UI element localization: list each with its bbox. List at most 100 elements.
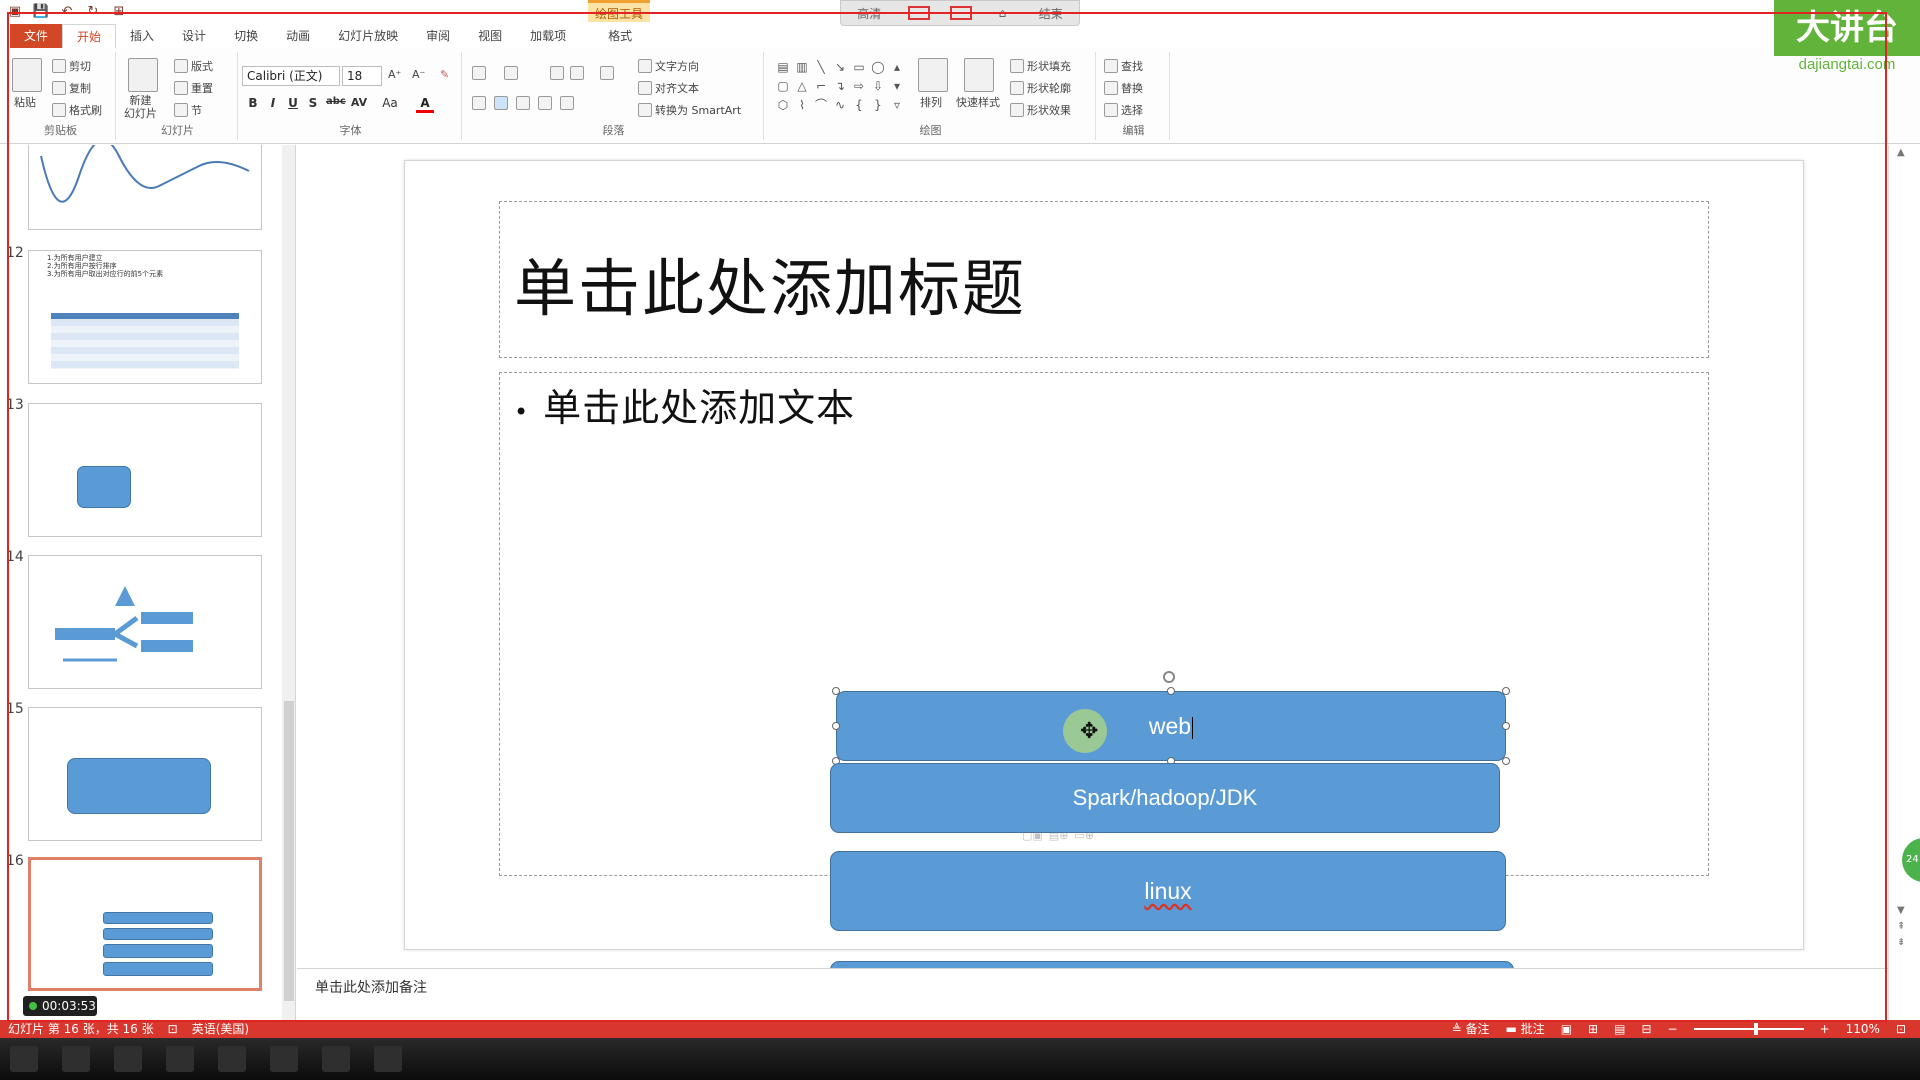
shape-fill-button[interactable]: 形状填充: [1010, 58, 1071, 74]
zoom-slider-thumb[interactable]: [1753, 1023, 1758, 1035]
format-painter-button[interactable]: 格式刷: [52, 102, 102, 118]
curve-shape-icon[interactable]: ⌇: [793, 96, 811, 114]
resize-handle-tm[interactable]: [1167, 687, 1175, 695]
tab-design[interactable]: 设计: [168, 24, 220, 48]
spell-check-icon[interactable]: ⊡: [168, 1020, 178, 1038]
app-icon[interactable]: ▣: [6, 3, 24, 19]
smartart-button[interactable]: 转换为 SmartArt: [638, 102, 741, 118]
zoom-in-icon[interactable]: +: [1820, 1020, 1830, 1038]
mini-toolbar-icon-1[interactable]: ▢▣: [1022, 829, 1043, 847]
shape-outline-button[interactable]: 形状轮廓: [1010, 80, 1071, 96]
slideshow-view-icon[interactable]: ⊟: [1641, 1020, 1651, 1038]
decrease-indent-button[interactable]: [550, 66, 564, 80]
new-slide-button[interactable]: 新建 幻灯片: [124, 94, 157, 120]
normal-view-icon[interactable]: ▣: [1561, 1020, 1572, 1038]
taskbar-app-icon[interactable]: [62, 1046, 90, 1072]
tab-insert[interactable]: 插入: [116, 24, 168, 48]
title-placeholder[interactable]: 单击此处添加标题: [499, 201, 1709, 358]
layout-button[interactable]: 版式: [174, 58, 213, 74]
arc-shape-icon[interactable]: ⌒: [812, 96, 830, 114]
line-spacing-button[interactable]: [600, 66, 614, 80]
comments-toggle[interactable]: ▬ 批注: [1506, 1020, 1545, 1038]
hd-button[interactable]: 高清: [851, 5, 887, 22]
more-shapes-icon[interactable]: ▴: [888, 58, 906, 76]
shrink-font-icon[interactable]: A⁻: [412, 68, 425, 81]
shape-effects-button[interactable]: 形状效果: [1010, 102, 1071, 118]
thumbnail-scroll-thumb[interactable]: [284, 701, 294, 1001]
font-color-button[interactable]: A: [416, 96, 434, 113]
slide-thumbnail-12[interactable]: 1.为所有用户建立 2.为所有用户按行排序 3.为所有用户取出对应行的前5个元素: [28, 250, 262, 384]
tab-transitions[interactable]: 切换: [220, 24, 272, 48]
select-button[interactable]: 选择: [1104, 102, 1143, 118]
rotate-handle[interactable]: [1163, 671, 1175, 683]
mini-toolbar[interactable]: ▢▣ ▤⊕ ▭⊕: [1022, 829, 1142, 847]
triangle-shape-icon[interactable]: △: [793, 77, 811, 95]
align-left-button[interactable]: [472, 96, 486, 110]
slide-thumbnail-13[interactable]: [28, 403, 262, 537]
gallery-expand-icon[interactable]: ▿: [888, 96, 906, 114]
tab-home[interactable]: 开始: [62, 24, 117, 48]
thumbnail-scrollbar[interactable]: [282, 145, 295, 1020]
vertical-scrollbar[interactable]: ▲ ▼ ⇞ ⇟: [1888, 145, 1918, 1020]
cut-button[interactable]: 剪切: [52, 58, 91, 74]
shadow-button[interactable]: S: [304, 96, 322, 110]
text-direction-button[interactable]: 文字方向: [638, 58, 699, 74]
zoom-out-icon[interactable]: −: [1668, 1020, 1678, 1038]
line-shape-icon[interactable]: ╲: [812, 58, 830, 76]
replace-button[interactable]: 替换: [1104, 80, 1143, 96]
numbering-button[interactable]: [504, 66, 518, 80]
font-family-select[interactable]: Calibri (正文): [242, 66, 340, 86]
tab-view[interactable]: 视图: [464, 24, 516, 48]
notes-pane[interactable]: 单击此处添加备注: [297, 968, 1889, 1020]
taskbar-app-icon[interactable]: [114, 1046, 142, 1072]
tab-slideshow[interactable]: 幻灯片放映: [324, 24, 412, 48]
underline-button[interactable]: U: [284, 96, 302, 110]
paste-icon[interactable]: [12, 58, 42, 92]
italic-button[interactable]: I: [264, 96, 282, 110]
oval-shape-icon[interactable]: ◯: [869, 58, 887, 76]
copy-button[interactable]: 复制: [52, 80, 91, 96]
align-text-button[interactable]: 对齐文本: [638, 80, 699, 96]
char-spacing-button[interactable]: AV: [350, 96, 368, 109]
record-area-icon[interactable]: [907, 6, 930, 20]
rounded-rect-shape-icon[interactable]: ▢: [774, 77, 792, 95]
reading-view-icon[interactable]: ▤: [1614, 1020, 1625, 1038]
new-slide-icon[interactable]: [128, 58, 158, 92]
tab-addins[interactable]: 加载项: [516, 24, 580, 48]
slide-sorter-icon[interactable]: ⊞: [1588, 1020, 1598, 1038]
resize-handle-br[interactable]: [1502, 757, 1510, 765]
shape-gallery[interactable]: ▤ ▥ ╲ ↘ ▭ ◯ ▴ ▢ △ ⌐ ↴ ⇨ ⇩ ▾ ⬡ ⌇ ⌒ ∿{} ▿: [774, 58, 904, 116]
textbox-shape-icon[interactable]: ▤: [774, 58, 792, 76]
taskbar-app-icon[interactable]: [270, 1046, 298, 1072]
gallery-scroll-icon[interactable]: ▾: [888, 77, 906, 95]
arrange-icon[interactable]: [918, 58, 948, 92]
wave-shape-icon[interactable]: ∿: [831, 96, 849, 114]
align-right-button[interactable]: [516, 96, 530, 110]
body-placeholder[interactable]: • 单击此处添加文本 web Spark/hadoop/JDK ▢▣ ▤⊕ ▭⊕ li…: [499, 372, 1709, 1037]
scroll-up-icon[interactable]: ▲: [1897, 147, 1905, 158]
tab-format[interactable]: 格式: [594, 24, 646, 48]
vtextbox-shape-icon[interactable]: ▥: [793, 58, 811, 76]
resize-handle-tl[interactable]: [832, 687, 840, 695]
arrange-button[interactable]: 排列: [920, 94, 942, 110]
mini-toolbar-icon-3[interactable]: ▭⊕: [1074, 829, 1094, 847]
section-button[interactable]: 节: [174, 102, 202, 118]
end-button[interactable]: 结束: [1033, 5, 1069, 22]
paste-button[interactable]: 粘贴: [14, 94, 36, 110]
quick-styles-icon[interactable]: [964, 58, 994, 92]
justify-button[interactable]: [538, 96, 552, 110]
down-arrow-shape-icon[interactable]: ⇩: [869, 77, 887, 95]
taskbar-app-icon[interactable]: [322, 1046, 350, 1072]
bullets-button[interactable]: [472, 66, 486, 80]
rectangle-shape-icon[interactable]: ▭: [850, 58, 868, 76]
brace-right-shape-icon[interactable]: }: [869, 96, 887, 114]
home-icon[interactable]: ⌂: [993, 6, 1013, 20]
language[interactable]: 英语(美国): [192, 1020, 249, 1038]
quick-styles-button[interactable]: 快速样式: [956, 94, 1000, 110]
grow-font-icon[interactable]: A⁺: [388, 68, 401, 81]
slide-thumbnail-14[interactable]: [28, 555, 262, 689]
columns-button[interactable]: [560, 96, 574, 110]
freeform-shape-icon[interactable]: ⬡: [774, 96, 792, 114]
scroll-down-icon[interactable]: ▼: [1897, 905, 1905, 916]
right-arrow-shape-icon[interactable]: ⇨: [850, 77, 868, 95]
